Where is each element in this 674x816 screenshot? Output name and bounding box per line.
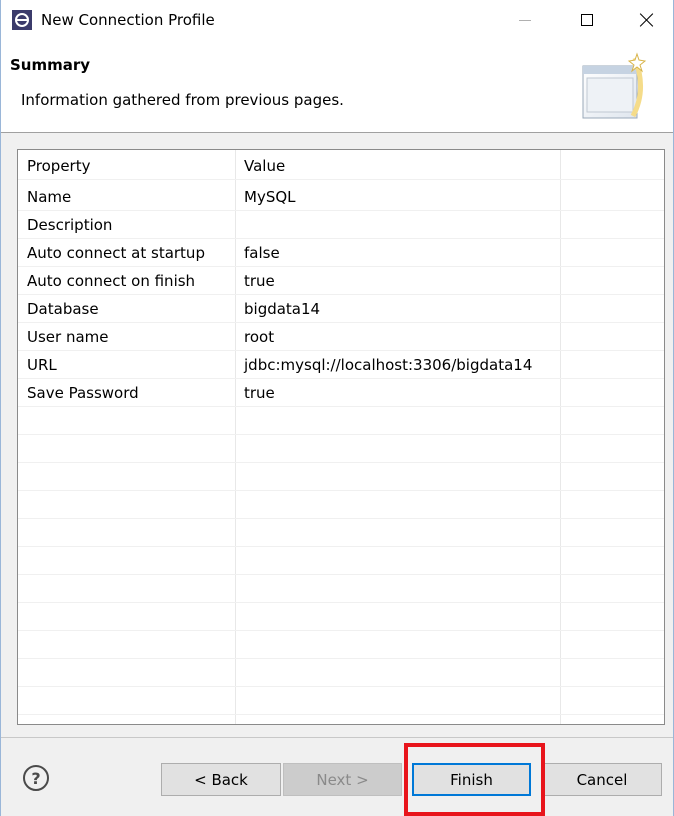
property-cell: Name bbox=[27, 187, 72, 206]
property-cell: Save Password bbox=[27, 383, 139, 402]
empty-row bbox=[18, 547, 664, 575]
minimize-icon bbox=[519, 19, 531, 21]
table-row[interactable]: URL jdbc:mysql://localhost:3306/bigdata1… bbox=[18, 351, 664, 379]
table-row[interactable]: Database bigdata14 bbox=[18, 295, 664, 323]
cancel-button[interactable]: Cancel bbox=[542, 763, 662, 796]
maximize-icon bbox=[581, 14, 593, 26]
empty-row bbox=[18, 603, 664, 631]
value-cell bbox=[244, 211, 564, 238]
property-cell: Description bbox=[27, 215, 113, 234]
empty-row bbox=[18, 519, 664, 547]
value-cell: MySQL bbox=[244, 187, 296, 206]
window-title: New Connection Profile bbox=[41, 11, 215, 29]
empty-row bbox=[18, 491, 664, 519]
close-icon bbox=[640, 13, 654, 27]
column-header-property[interactable]: Property bbox=[27, 152, 227, 179]
value-cell: bigdata14 bbox=[244, 299, 321, 318]
help-icon: ? bbox=[31, 768, 41, 788]
page-description: Information gathered from previous pages… bbox=[21, 91, 344, 109]
value-cell: jdbc:mysql://localhost:3306/bigdata14 bbox=[244, 355, 533, 374]
back-button[interactable]: < Back bbox=[161, 763, 281, 796]
maximize-button[interactable] bbox=[559, 0, 615, 40]
column-header-value[interactable]: Value bbox=[244, 152, 564, 179]
summary-table[interactable]: Property Value Name MySQL Description Au… bbox=[17, 149, 665, 725]
table-row[interactable]: Auto connect at startup false bbox=[18, 239, 664, 267]
table-header: Property Value bbox=[18, 152, 664, 180]
table-row[interactable]: Auto connect on finish true bbox=[18, 267, 664, 295]
finish-highlight-annotation bbox=[404, 743, 545, 816]
empty-row bbox=[18, 659, 664, 687]
empty-row bbox=[18, 407, 664, 435]
help-button[interactable]: ? bbox=[23, 765, 49, 791]
footer-separator bbox=[1, 737, 673, 738]
property-cell: Auto connect on finish bbox=[27, 271, 196, 290]
empty-row bbox=[18, 575, 664, 603]
empty-row bbox=[18, 631, 664, 659]
value-cell: root bbox=[244, 327, 275, 346]
value-cell: true bbox=[244, 383, 275, 402]
close-button[interactable] bbox=[619, 0, 674, 40]
page-title: Summary bbox=[10, 56, 91, 74]
table-row[interactable]: Save Password true bbox=[18, 379, 664, 407]
empty-row bbox=[18, 435, 664, 463]
eclipse-app-icon bbox=[12, 10, 32, 30]
value-cell: false bbox=[244, 243, 280, 262]
property-cell: Database bbox=[27, 299, 99, 318]
minimize-button[interactable] bbox=[497, 0, 553, 40]
table-row[interactable]: Description bbox=[18, 211, 664, 239]
table-row[interactable]: Name MySQL bbox=[18, 183, 664, 211]
title-bar[interactable]: New Connection Profile bbox=[1, 0, 673, 40]
dialog-window: New Connection Profile Summary Informati… bbox=[0, 0, 674, 816]
empty-row bbox=[18, 687, 664, 715]
wizard-header: Summary Information gathered from previo… bbox=[1, 40, 673, 133]
value-cell: true bbox=[244, 271, 275, 290]
property-cell: Auto connect at startup bbox=[27, 243, 205, 262]
empty-row bbox=[18, 463, 664, 491]
table-row[interactable]: User name root bbox=[18, 323, 664, 351]
property-cell: URL bbox=[27, 355, 57, 374]
property-cell: User name bbox=[27, 327, 109, 346]
wizard-banner-icon bbox=[582, 52, 647, 119]
next-button[interactable]: Next > bbox=[283, 763, 402, 796]
